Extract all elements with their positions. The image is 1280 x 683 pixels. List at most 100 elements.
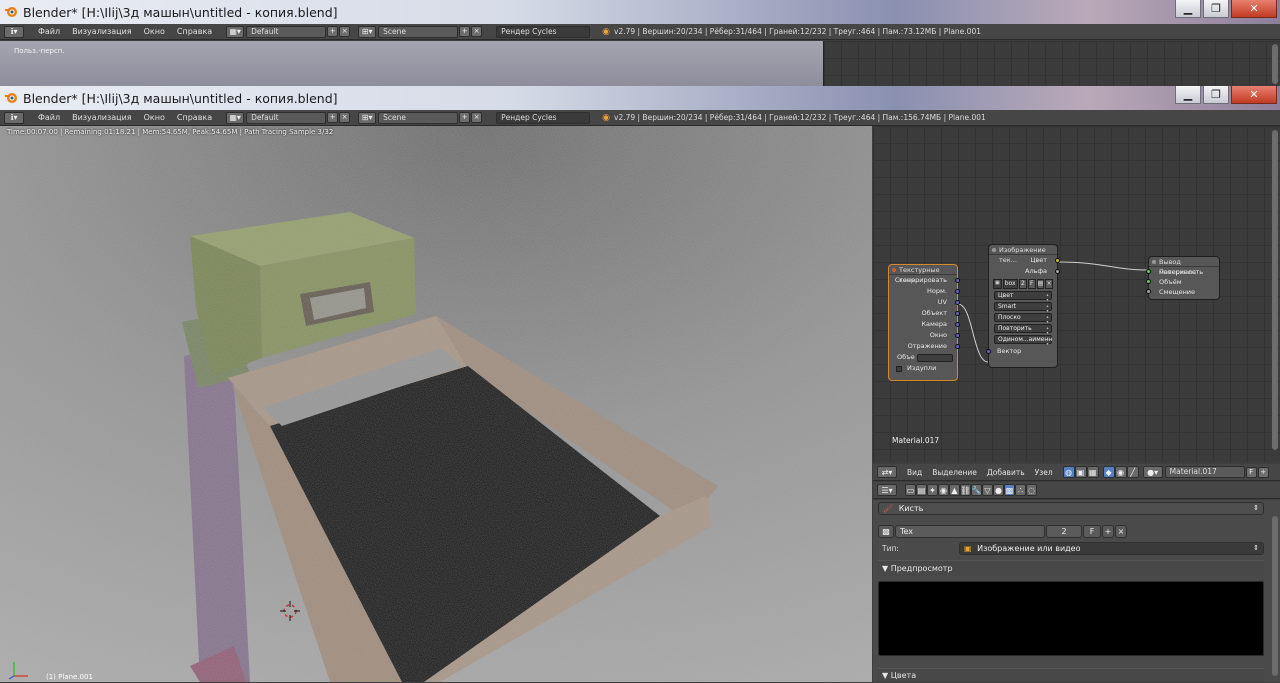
menu-window[interactable]: Окно xyxy=(144,27,165,36)
interpolation-dropdown[interactable]: Smart xyxy=(994,302,1052,313)
preview-panel-header[interactable]: ▼ Предпросмотр xyxy=(878,560,1264,576)
close-button[interactable]: ✕ xyxy=(1231,0,1277,18)
layout-add-button[interactable]: + xyxy=(327,112,339,123)
maximize-button[interactable]: ❐ xyxy=(1203,86,1229,104)
collapse-icon[interactable] xyxy=(892,268,896,272)
layout-add-button[interactable]: + xyxy=(327,26,339,37)
compositing-nodes-icon[interactable]: ▣ xyxy=(1074,466,1087,478)
menu-add[interactable]: Добавить xyxy=(987,468,1025,477)
collapse-icon[interactable] xyxy=(1152,260,1156,264)
top-3d-viewport[interactable]: Польз.-персп. xyxy=(0,41,823,86)
layout-field[interactable]: Default xyxy=(246,111,327,124)
world-icon[interactable]: ◉ xyxy=(1114,466,1127,478)
modifiers-tab-icon[interactable]: 🔧 xyxy=(971,484,982,496)
texture-users-field[interactable]: 2 xyxy=(1046,525,1082,538)
info-editor-type-icon[interactable]: ℹ▾ xyxy=(4,25,24,38)
menu-node[interactable]: Узел xyxy=(1035,468,1053,477)
3d-viewport[interactable]: Time:00:07.00 | Remaining:01:18.21 | Mem… xyxy=(0,126,872,682)
render-layers-tab-icon[interactable]: ▤ xyxy=(916,484,927,496)
material-output-node[interactable]: Вывод материала Поверхность Объём Смещен… xyxy=(1146,256,1220,300)
image-open-icon[interactable]: ▤ xyxy=(1036,279,1045,289)
menu-file[interactable]: Файл xyxy=(38,113,60,122)
texture-type-select[interactable]: ▣ Изображение или видео ⇕ xyxy=(959,542,1264,555)
image-name[interactable]: box xyxy=(1002,279,1019,289)
minimize-button[interactable]: ▁ xyxy=(1175,0,1201,18)
extension-dropdown[interactable]: Повторить xyxy=(994,324,1052,335)
collapse-icon[interactable] xyxy=(992,248,996,252)
layout-field[interactable]: Default xyxy=(246,25,327,38)
node-editor[interactable]: Текстурные коор... Сгенерировать Норм. U… xyxy=(873,126,1280,462)
properties-scrollbar[interactable] xyxy=(1272,516,1278,676)
scene-remove-button[interactable]: × xyxy=(471,112,483,123)
image-browse-icon[interactable]: ▣ xyxy=(993,279,1002,289)
editor-type-icon[interactable]: ⇄▾ xyxy=(877,466,897,478)
menu-render[interactable]: Визуализация xyxy=(72,27,132,36)
blender-small-logo-icon: ◉ xyxy=(602,26,610,37)
close-button[interactable]: ✕ xyxy=(1231,86,1277,104)
render-engine-select[interactable]: Рендер Cycles xyxy=(496,111,591,124)
menu-window[interactable]: Окно xyxy=(144,113,165,122)
material-tab-icon[interactable]: ● xyxy=(993,484,1004,496)
particles-tab-icon[interactable]: ∴ xyxy=(1015,484,1026,496)
minimize-button[interactable]: ▁ xyxy=(1175,86,1201,104)
properties-editor-type-icon[interactable]: ☰▾ xyxy=(877,484,897,496)
menu-select[interactable]: Выделение xyxy=(932,468,977,477)
scene-remove-button[interactable]: × xyxy=(471,26,483,37)
menu-file[interactable]: Файл xyxy=(38,27,60,36)
color-space-dropdown[interactable]: Цвет xyxy=(994,291,1052,302)
scene-icon[interactable]: ⊞▾ xyxy=(358,25,377,38)
node-editor-scrollbar[interactable] xyxy=(1272,130,1278,450)
image-texture-node[interactable]: Изображение тек... Цвет Альфа ▣ box 2 F … xyxy=(986,244,1060,368)
scene-add-button[interactable]: + xyxy=(459,112,471,123)
texture-unlink-button[interactable]: × xyxy=(1115,525,1127,538)
material-add-button[interactable]: + xyxy=(1257,466,1269,478)
image-fake-user[interactable]: F xyxy=(1027,279,1036,289)
layout-remove-button[interactable]: × xyxy=(339,26,351,37)
info-editor-type-icon[interactable]: ℹ▾ xyxy=(4,111,24,124)
menu-render[interactable]: Визуализация xyxy=(72,113,132,122)
texture-browse-icon[interactable]: ▩ xyxy=(878,525,894,538)
render-tab-icon[interactable]: ▭ xyxy=(905,484,916,496)
texture-fake-user-button[interactable]: F xyxy=(1083,525,1101,538)
image-unlink-icon[interactable]: × xyxy=(1045,279,1054,289)
scene-icon[interactable]: ⊞▾ xyxy=(358,111,377,124)
3d-cursor-icon[interactable] xyxy=(279,600,301,622)
scene-field[interactable]: Scene xyxy=(378,25,459,38)
from-dupli-checkbox[interactable] xyxy=(896,366,902,372)
scene-field[interactable]: Scene xyxy=(378,111,459,124)
world-tab-icon[interactable]: ◉ xyxy=(938,484,949,496)
menu-help[interactable]: Справка xyxy=(177,113,212,122)
menu-view[interactable]: Вид xyxy=(907,468,922,477)
material-browse-icon[interactable]: ●▾ xyxy=(1142,466,1163,478)
menu-help[interactable]: Справка xyxy=(177,27,212,36)
source-dropdown[interactable]: Одином...аименн xyxy=(994,335,1052,346)
material-name-field[interactable]: Material.017 xyxy=(1164,466,1245,478)
layout-icon[interactable]: ▦▾ xyxy=(226,111,245,124)
texture-add-button[interactable]: + xyxy=(1102,525,1114,538)
brush-texture-context[interactable]: 🖌 Кисть ⇕ xyxy=(878,502,1264,515)
maximize-button[interactable]: ❐ xyxy=(1203,0,1229,18)
scene-add-button[interactable]: + xyxy=(459,26,471,37)
shader-nodes-icon[interactable]: ◍ xyxy=(1062,466,1075,478)
top-node-editor[interactable] xyxy=(823,41,1280,86)
texture-nodes-icon[interactable]: ▦ xyxy=(1086,466,1099,478)
constraints-tab-icon[interactable]: ⛓ xyxy=(960,484,971,496)
scene-tab-icon[interactable]: ✦ xyxy=(927,484,938,496)
texture-coordinate-node[interactable]: Текстурные коор... Сгенерировать Норм. U… xyxy=(888,264,960,381)
top-scrollbar[interactable] xyxy=(1272,44,1278,84)
projection-dropdown[interactable]: Плоско xyxy=(994,313,1052,324)
render-engine-select[interactable]: Рендер Cycles xyxy=(496,25,591,38)
layout-icon[interactable]: ▦▾ xyxy=(226,25,245,38)
layout-remove-button[interactable]: × xyxy=(339,112,351,123)
object-picker[interactable] xyxy=(917,354,953,362)
data-tab-icon[interactable]: ▽ xyxy=(982,484,993,496)
texture-name-field[interactable]: Tex xyxy=(895,525,1045,538)
image-users[interactable]: 2 xyxy=(1019,279,1027,289)
colors-panel-header[interactable]: ▼ Цвета xyxy=(878,668,1264,682)
material-fake-user-button[interactable]: F xyxy=(1245,466,1257,478)
texture-tab-icon[interactable]: ▩ xyxy=(1004,484,1015,496)
physics-tab-icon[interactable]: ◌ xyxy=(1026,484,1037,496)
line-style-icon[interactable]: ╱ xyxy=(1126,466,1139,478)
object-icon[interactable]: ◆ xyxy=(1102,466,1115,478)
object-tab-icon[interactable]: ▲ xyxy=(949,484,960,496)
